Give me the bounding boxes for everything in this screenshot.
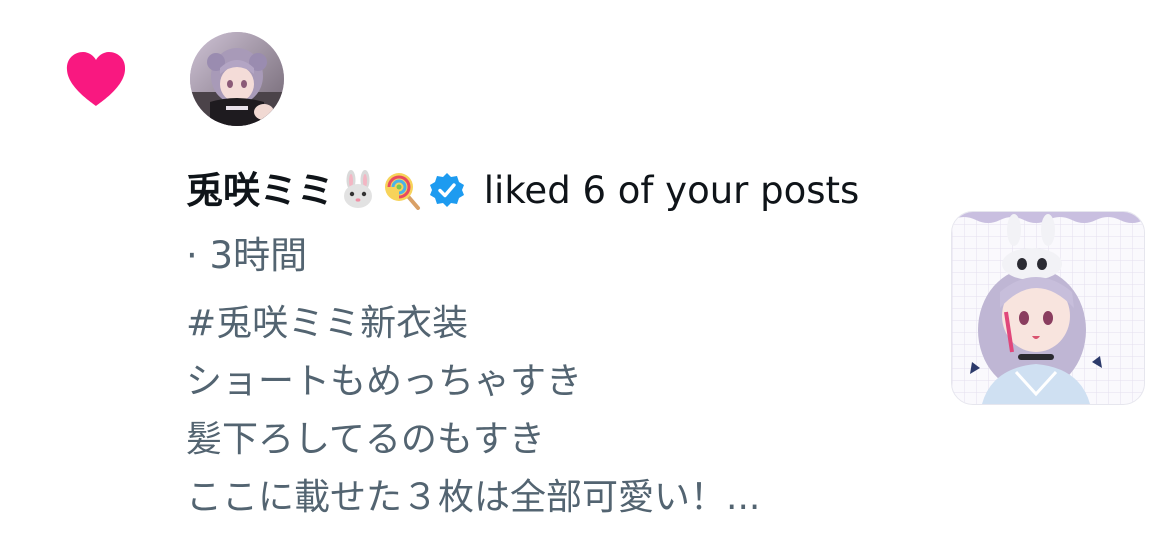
action-text: liked 6 of your posts (472, 169, 860, 212)
post-preview-text[interactable]: #兎咲ミミ新衣装 ショートもめっちゃすき 髪下ろしてるのもすき ここに載せた３枚… (186, 295, 876, 527)
thumbnail-image (952, 212, 1144, 404)
verified-badge-icon[interactable] (428, 168, 466, 226)
display-name[interactable]: 兎咲ミミ (186, 169, 334, 212)
notification-text: 兎咲ミミ liked 6 of your posts · 3時間 #兎咲ミミ新衣… (186, 162, 876, 527)
notification-headline: 兎咲ミミ liked 6 of your posts · 3時間 (186, 162, 876, 285)
separator-dot: · (186, 234, 210, 277)
avatar[interactable] (190, 32, 284, 126)
heart-icon (66, 52, 126, 106)
post-line: ショートもめっちゃすき (186, 361, 583, 402)
post-line: ここに載せた３枚は全部可愛い！... (186, 477, 761, 518)
like-notification[interactable]: 兎咲ミミ liked 6 of your posts · 3時間 #兎咲ミミ新衣… (0, 0, 1169, 535)
lollipop-emoji-icon (382, 169, 422, 227)
avatar-image (190, 32, 284, 126)
rabbit-face-emoji-icon (338, 169, 378, 227)
post-image-thumbnail[interactable] (951, 211, 1145, 405)
post-line: 髪下ろしてるのもすき (186, 419, 545, 460)
post-line: #兎咲ミミ新衣装 (186, 303, 469, 344)
timestamp[interactable]: 3時間 (210, 234, 308, 277)
